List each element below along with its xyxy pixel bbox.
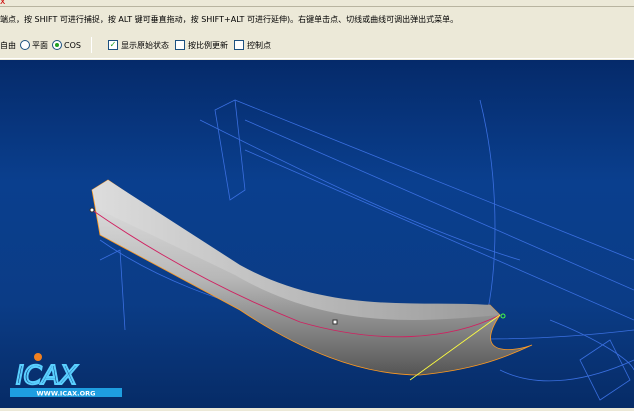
radio-plane[interactable] bbox=[20, 40, 30, 50]
hint-text: 端点，按 SHIFT 可进行捕捉，按 ALT 键可垂直拖动，按 SHIFT+AL… bbox=[0, 15, 459, 24]
radio-plane-label[interactable]: 平面 bbox=[32, 40, 48, 51]
control-point[interactable] bbox=[89, 207, 95, 213]
show-original-checkbox[interactable]: ✓ bbox=[107, 40, 118, 50]
control-point[interactable] bbox=[332, 319, 338, 325]
svg-text:WWW.ICAX.ORG: WWW.ICAX.ORG bbox=[36, 390, 95, 398]
proportional-update-checkbox[interactable] bbox=[174, 40, 185, 50]
title-bar: x bbox=[0, 0, 634, 7]
control-point[interactable] bbox=[500, 313, 506, 319]
control-points-label[interactable]: 控制点 bbox=[247, 40, 271, 51]
close-icon[interactable]: x bbox=[0, 0, 5, 7]
radio-cos[interactable] bbox=[52, 40, 62, 50]
radio-free-label[interactable]: 自由 bbox=[0, 40, 16, 51]
surface-model bbox=[89, 179, 533, 381]
show-original-label[interactable]: 显示原始状态 bbox=[121, 40, 169, 51]
icax-logo: ICAX WWW.ICAX.ORG bbox=[10, 353, 122, 398]
svg-text:ICAX: ICAX bbox=[16, 361, 79, 391]
separator bbox=[90, 37, 92, 53]
options-panel: 端点，按 SHIFT 可进行捕捉，按 ALT 键可垂直拖动，按 SHIFT+AL… bbox=[0, 7, 634, 59]
control-points-checkbox[interactable] bbox=[233, 40, 244, 50]
radio-cos-label[interactable]: COS bbox=[64, 41, 81, 50]
options-row: 自由 平面 COS ✓ 显示原始状态 按比例更新 控制点 bbox=[0, 37, 271, 53]
proportional-update-label[interactable]: 按比例更新 bbox=[188, 40, 228, 51]
